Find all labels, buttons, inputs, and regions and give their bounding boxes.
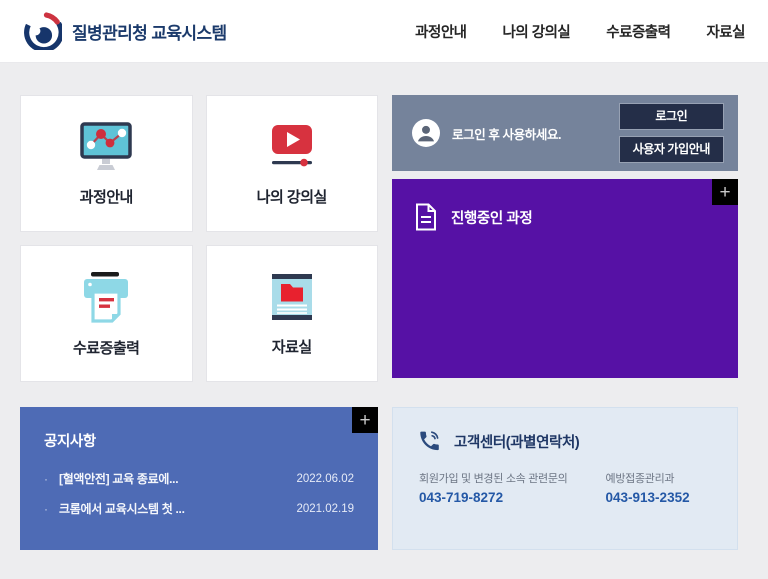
login-buttons: 로그인 사용자 가입안내 <box>619 103 724 163</box>
contact-label: 예방접종관리과 <box>606 470 690 486</box>
signup-guide-button[interactable]: 사용자 가입안내 <box>619 136 724 163</box>
notice-item[interactable]: · [혈액안전] 교육 종료에... 2022.06.02 <box>44 470 354 487</box>
contact-item: 예방접종관리과 043-913-2352 <box>606 470 690 505</box>
nav-item-courses[interactable]: 과정안내 <box>415 21 466 42</box>
card-label: 수료증출력 <box>73 337 140 358</box>
card-library[interactable]: 자료실 <box>206 245 379 382</box>
notice-item[interactable]: · 크롬에서 교육시스템 첫 ... 2021.02.19 <box>44 500 354 517</box>
login-message: 로그인 후 사용하세요. <box>452 124 561 143</box>
notice-item-title: 크롬에서 교육시스템 첫 ... <box>59 500 185 517</box>
main-content: 과정안내 나의 강의실 <box>0 63 768 550</box>
home-link[interactable]: 질병관리청 교육시스템 <box>24 12 227 50</box>
monitor-chart-icon <box>78 121 134 173</box>
right-column: 로그인 후 사용하세요. 로그인 사용자 가입안내 <box>392 95 738 382</box>
archive-document-icon <box>266 271 318 323</box>
government-emblem-icon <box>24 12 62 50</box>
ongoing-courses-more-button[interactable]: + <box>712 179 738 205</box>
notice-title: 공지사항 <box>44 430 354 451</box>
card-courses[interactable]: 과정안내 <box>20 95 193 232</box>
header: 질병관리청 교육시스템 과정안내 나의 강의실 수료증출력 자료실 <box>0 0 768 63</box>
notice-panel: 공지사항 + · [혈액안전] 교육 종료에... 2022.06.02 · 크… <box>20 407 378 550</box>
video-player-icon <box>264 121 320 173</box>
ongoing-courses-panel: 진행중인 과정 + <box>392 179 738 378</box>
notice-item-date: 2021.02.19 <box>296 503 354 515</box>
customer-center-title: 고객센터(과별연락처) <box>454 431 579 452</box>
login-panel: 로그인 후 사용하세요. 로그인 사용자 가입안내 <box>392 95 738 171</box>
contact-item: 회원가입 및 변경된 소속 관련문의 043-719-8272 <box>419 470 568 505</box>
card-my-classroom[interactable]: 나의 강의실 <box>206 95 379 232</box>
notice-item-date: 2022.06.02 <box>296 473 354 485</box>
nav-item-certificate[interactable]: 수료증출력 <box>606 21 670 42</box>
card-label: 과정안내 <box>80 186 133 207</box>
card-certificate[interactable]: 수료증출력 <box>20 245 193 382</box>
printer-icon <box>78 270 134 324</box>
contact-list: 회원가입 및 변경된 소속 관련문의 043-719-8272 예방접종관리과 … <box>417 470 713 505</box>
bullet-icon: · <box>44 502 48 516</box>
notice-more-button[interactable]: + <box>352 407 378 433</box>
bullet-icon: · <box>44 472 48 486</box>
user-avatar-icon <box>412 119 440 147</box>
notice-list: · [혈액안전] 교육 종료에... 2022.06.02 · 크롬에서 교육시… <box>44 470 354 517</box>
login-button[interactable]: 로그인 <box>619 103 724 130</box>
nav-item-library[interactable]: 자료실 <box>706 21 745 42</box>
customer-center-panel: 고객센터(과별연락처) 회원가입 및 변경된 소속 관련문의 043-719-8… <box>392 407 738 550</box>
phone-icon <box>417 429 441 453</box>
main-nav: 과정안내 나의 강의실 수료증출력 자료실 <box>415 21 745 42</box>
contact-label: 회원가입 및 변경된 소속 관련문의 <box>419 470 568 486</box>
quick-menu: 과정안내 나의 강의실 <box>20 95 378 382</box>
card-label: 나의 강의실 <box>257 186 327 207</box>
contact-phone: 043-719-8272 <box>419 490 568 505</box>
document-icon <box>414 203 438 231</box>
ongoing-courses-title: 진행중인 과정 <box>451 207 532 228</box>
page-title: 질병관리청 교육시스템 <box>72 19 227 44</box>
nav-item-my-classroom[interactable]: 나의 강의실 <box>503 21 571 42</box>
contact-phone: 043-913-2352 <box>606 490 690 505</box>
card-label: 자료실 <box>272 336 312 357</box>
notice-item-title: [혈액안전] 교육 종료에... <box>59 470 178 487</box>
